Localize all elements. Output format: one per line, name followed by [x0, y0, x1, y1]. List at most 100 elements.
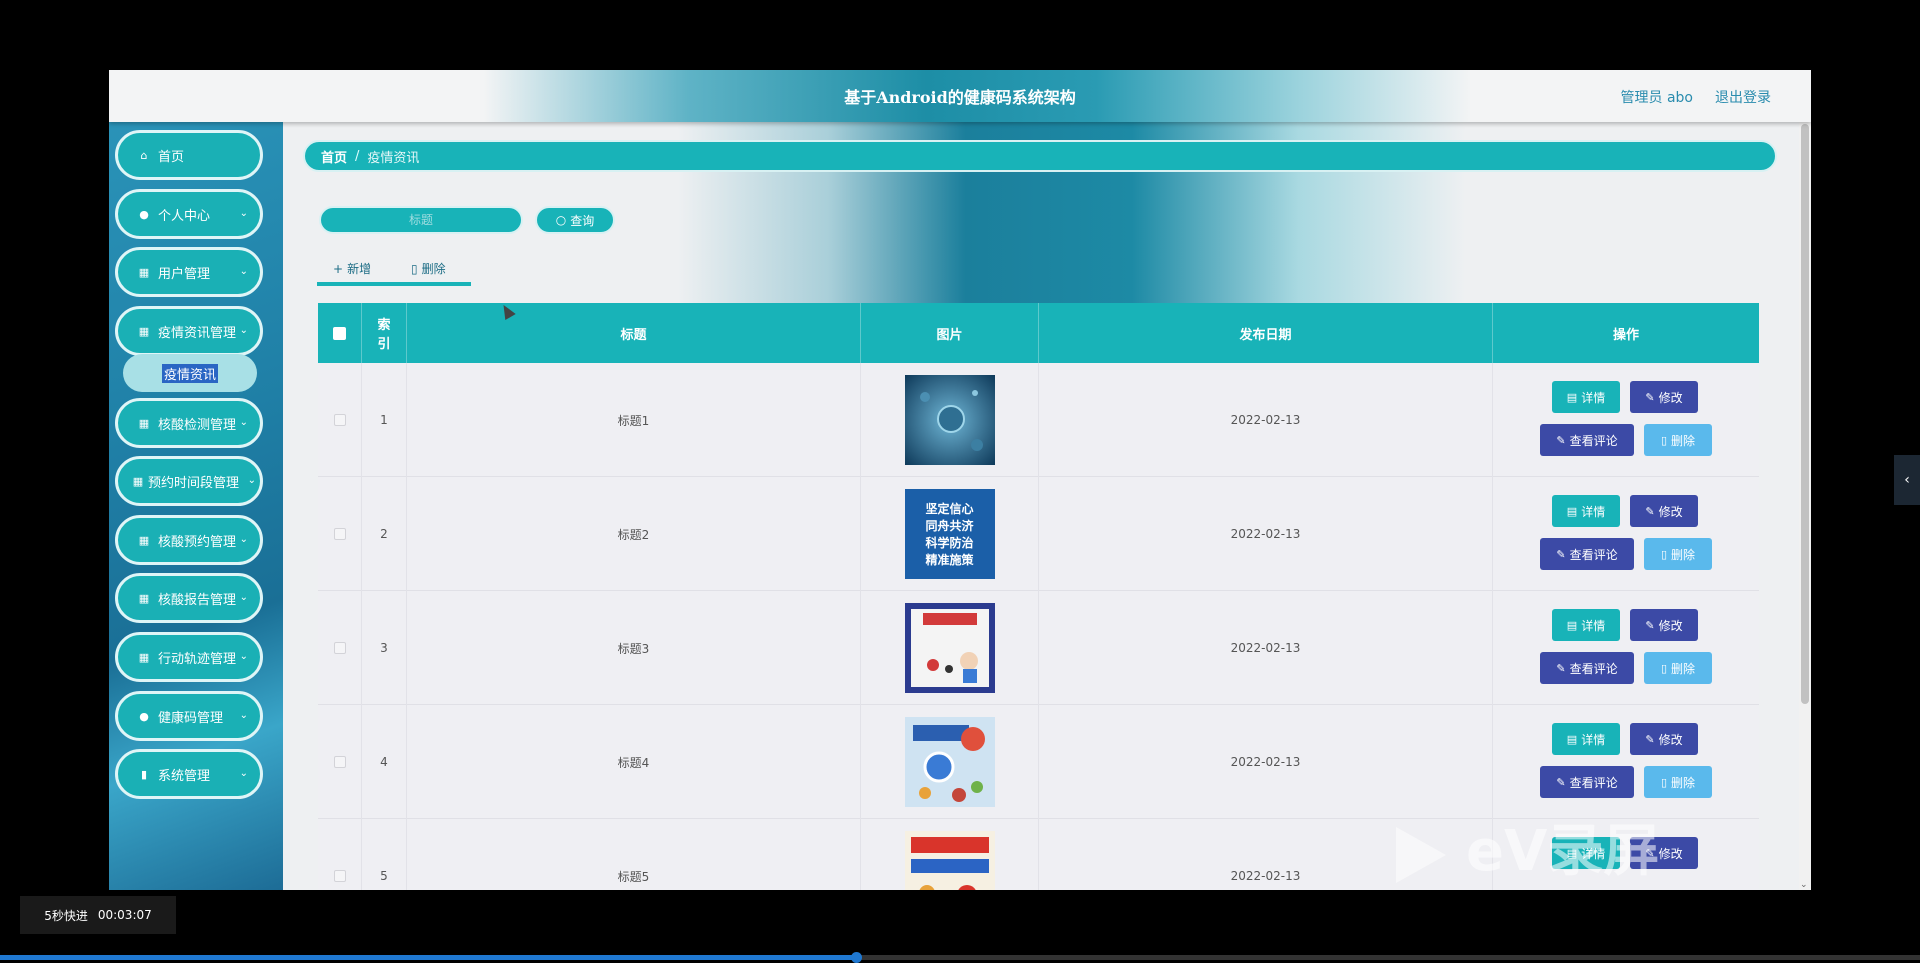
sidebar-item-news-management[interactable]: ▦ 疫情资讯管理 ⌄	[115, 306, 263, 356]
breadcrumb-separator: /	[355, 148, 360, 164]
breadcrumb-home[interactable]: 首页	[321, 147, 347, 166]
fast-forward-label[interactable]: 5秒快进	[44, 907, 88, 924]
breadcrumb-current: 疫情资讯	[367, 150, 420, 166]
detail-button[interactable]: ▤ 详情	[1552, 723, 1620, 755]
edit-button[interactable]: ✎ 修改	[1630, 495, 1698, 527]
document-icon: ▤	[1566, 732, 1578, 746]
edit-button-label: 修改	[1658, 504, 1683, 519]
sidebar-subitem-news[interactable]: 疫情资讯	[123, 354, 257, 392]
sidebar-item-label: 首页	[158, 149, 185, 165]
grid-icon: ▦	[138, 533, 150, 547]
pencil-icon: ✎	[1556, 775, 1566, 789]
slogan-line: 坚定信心	[925, 502, 974, 516]
sidebar-item-label: 个人中心	[158, 208, 211, 224]
row-delete-label: 删除	[1671, 433, 1696, 448]
select-all-checkbox[interactable]	[333, 326, 346, 340]
row-checkbox[interactable]	[333, 756, 346, 768]
breadcrumb: 首页 / 疫情资讯	[303, 140, 1777, 172]
chevron-down-icon: ⌄	[239, 651, 248, 662]
chevron-down-icon: ⌄	[239, 417, 248, 428]
current-user: 管理员 abo	[1620, 90, 1693, 106]
edit-button[interactable]: ✎ 修改	[1630, 609, 1698, 641]
row-delete-button[interactable]: ▯ 删除	[1644, 766, 1712, 798]
header-index: 索引	[362, 303, 407, 363]
watermark-text: eV录屏	[1466, 819, 1660, 884]
header-actions: 操作	[1612, 327, 1639, 343]
delete-button[interactable]: ▯ 删除	[411, 260, 446, 277]
scrollbar-thumb[interactable]	[1801, 124, 1809, 704]
poster-thumbnail[interactable]	[904, 831, 995, 890]
sidebar-item-home[interactable]: ⌂ 首页	[115, 130, 263, 180]
chevron-down-icon: ⌄	[239, 208, 248, 219]
add-button[interactable]: + 新增	[333, 260, 371, 277]
row-delete-label: 删除	[1671, 775, 1696, 790]
detail-button-label: 详情	[1581, 618, 1606, 633]
row-checkbox[interactable]	[333, 870, 346, 882]
row-actions-cell: ▤ 详情 ✎ 修改 ✎ 查看评论 ▯ 删除	[1493, 363, 1759, 477]
collapse-panel-tab[interactable]: ‹	[1894, 455, 1920, 505]
sidebar-item-time-slot[interactable]: ▦ 预约时间段管理 ⌄	[115, 456, 263, 506]
vertical-scrollbar[interactable]: ⌄	[1799, 122, 1811, 890]
view-comments-label: 查看评论	[1569, 775, 1618, 790]
row-index: 3	[362, 591, 407, 705]
sidebar-item-nucleic-test[interactable]: ▦ 核酸检测管理 ⌄	[115, 398, 263, 448]
row-title: 标题4	[407, 705, 861, 819]
header-title: 标题	[407, 303, 861, 363]
edit-button[interactable]: ✎ 修改	[1630, 723, 1698, 755]
row-checkbox-cell	[318, 363, 362, 477]
row-delete-label: 删除	[1671, 661, 1696, 676]
poster-thumbnail[interactable]	[904, 717, 995, 807]
row-delete-button[interactable]: ▯ 删除	[1644, 424, 1712, 456]
view-comments-button[interactable]: ✎ 查看评论	[1540, 538, 1634, 570]
sidebar-item-nucleic-appointment[interactable]: ▦ 核酸预约管理 ⌄	[115, 515, 263, 565]
header-date: 发布日期	[1039, 303, 1493, 363]
detail-button[interactable]: ▤ 详情	[1552, 609, 1620, 641]
toolbar: + 新增 ▯ 删除	[317, 254, 471, 286]
slogan-line: 科学防治	[925, 536, 974, 550]
sidebar-item-user-management[interactable]: ▦ 用户管理 ⌄	[115, 247, 263, 297]
pencil-icon: ✎	[1645, 732, 1655, 746]
row-actions-cell: ▤ 详情 ✎ 修改 ✎ 查看评论 ▯ 删除	[1493, 705, 1759, 819]
scroll-down-icon[interactable]: ⌄	[1800, 880, 1808, 890]
search-input[interactable]	[319, 206, 523, 234]
row-image-cell	[861, 819, 1039, 890]
home-icon: ⌂	[140, 148, 148, 162]
virus-thumbnail[interactable]	[904, 375, 995, 465]
row-image-cell	[861, 705, 1039, 819]
row-checkbox[interactable]	[333, 414, 346, 426]
logout-link[interactable]: 退出登录	[1715, 87, 1771, 107]
detail-button-label: 详情	[1581, 732, 1606, 747]
row-checkbox[interactable]	[333, 642, 346, 654]
user-icon: ●	[139, 207, 149, 221]
grid-icon: ▦	[138, 324, 150, 338]
poster-thumbnail[interactable]	[904, 603, 995, 693]
view-comments-button[interactable]: ✎ 查看评论	[1540, 424, 1634, 456]
row-delete-button[interactable]: ▯ 删除	[1644, 538, 1712, 570]
playback-progress-bar[interactable]	[0, 952, 1920, 963]
trash-icon: ▯	[1660, 433, 1668, 447]
progress-knob[interactable]	[851, 952, 863, 963]
detail-button[interactable]: ▤ 详情	[1552, 495, 1620, 527]
progress-fill	[0, 955, 857, 960]
sidebar-item-nucleic-report[interactable]: ▦ 核酸报告管理 ⌄	[115, 573, 263, 623]
chevron-down-icon: ⌄	[239, 592, 248, 603]
trash-icon: ▯	[1660, 547, 1668, 561]
edit-button[interactable]: ✎ 修改	[1630, 381, 1698, 413]
app-title: 基于Android的健康码系统架构	[844, 88, 1076, 107]
view-comments-label: 查看评论	[1569, 547, 1618, 562]
table-row: 1 标题1 2022-02-13 ▤ 详情 ✎ 修改 ✎ 查看评论 ▯ 删除	[318, 363, 1759, 477]
view-comments-button[interactable]: ✎ 查看评论	[1540, 766, 1634, 798]
view-comments-button[interactable]: ✎ 查看评论	[1540, 652, 1634, 684]
sidebar-item-trajectory[interactable]: ▦ 行动轨迹管理 ⌄	[115, 632, 263, 682]
slogan-thumbnail[interactable]: 坚定信心 同舟共济 科学防治 精准施策	[904, 489, 995, 579]
header-image: 图片	[861, 303, 1039, 363]
sidebar-item-health-code[interactable]: ● 健康码管理 ⌄	[115, 691, 263, 741]
row-delete-button[interactable]: ▯ 删除	[1644, 652, 1712, 684]
sidebar-item-personal-center[interactable]: ● 个人中心 ⌄	[115, 189, 263, 239]
row-checkbox[interactable]	[333, 528, 346, 540]
sidebar-item-system[interactable]: ▮ 系统管理 ⌄	[115, 749, 263, 799]
edit-button-label: 修改	[1658, 732, 1683, 747]
detail-button[interactable]: ▤ 详情	[1552, 381, 1620, 413]
search-button[interactable]: ○ 查询	[535, 206, 615, 234]
row-image-cell: 坚定信心 同舟共济 科学防治 精准施策	[861, 477, 1039, 591]
